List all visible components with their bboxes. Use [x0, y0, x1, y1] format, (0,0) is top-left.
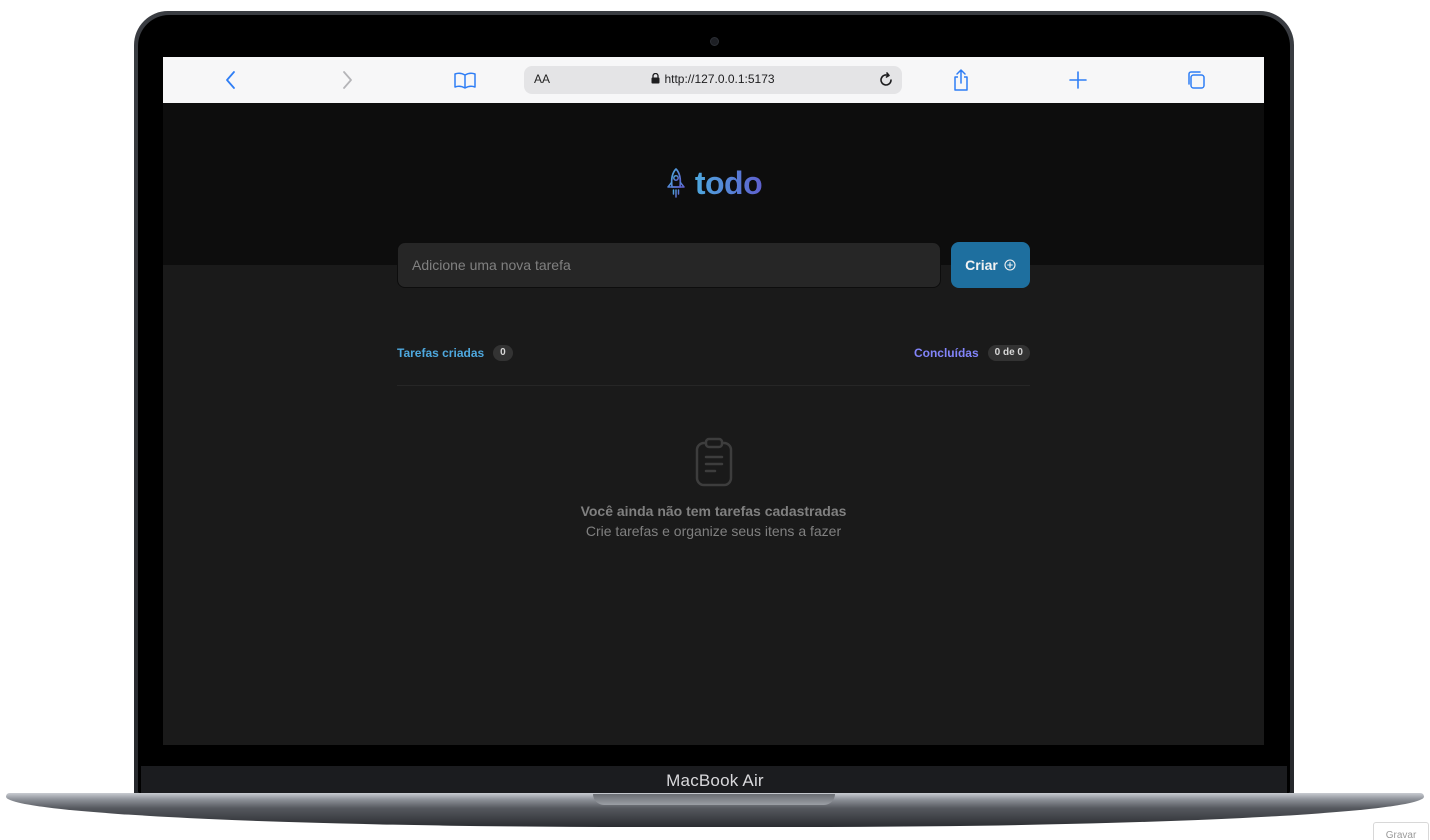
create-button-label: Criar: [965, 257, 998, 273]
share-icon[interactable]: [949, 68, 973, 92]
app-logo: todo: [163, 165, 1264, 202]
empty-state-subtitle: Crie tarefas e organize seus itens a faz…: [585, 523, 842, 539]
logo-text: todo: [694, 165, 763, 201]
rocket-icon: [667, 167, 685, 198]
create-button[interactable]: Criar: [951, 242, 1030, 288]
plus-circle-icon: [1004, 259, 1016, 271]
created-label: Tarefas criadas: [397, 346, 485, 360]
lock-icon: [651, 73, 660, 84]
screenshot-stage: AA http://127.0.0.1:5173 todo Adicione u…: [0, 0, 1430, 840]
url-text: http://127.0.0.1:5173: [664, 72, 775, 86]
tabs-icon[interactable]: [1184, 68, 1208, 92]
forward-icon[interactable]: [335, 68, 359, 92]
done-counter: Concluídas 0 de 0: [914, 345, 1030, 361]
laptop-screen: AA http://127.0.0.1:5173 todo Adicione u…: [163, 57, 1264, 745]
empty-state: Você ainda não tem tarefas cadastradas C…: [397, 437, 1030, 541]
done-count-badge: 0 de 0: [987, 345, 1030, 361]
laptop-notch: [593, 794, 835, 805]
browser-toolbar: AA http://127.0.0.1:5173: [163, 57, 1264, 104]
bookmarks-icon[interactable]: [453, 68, 477, 92]
new-tab-icon[interactable]: [1066, 68, 1090, 92]
address-bar[interactable]: AA http://127.0.0.1:5173: [524, 66, 902, 94]
device-label: MacBook Air: [666, 771, 764, 790]
record-button[interactable]: Gravar: [1373, 822, 1429, 840]
reload-icon[interactable]: [876, 70, 896, 90]
created-counter: Tarefas criadas 0: [397, 345, 513, 361]
done-label: Concluídas: [913, 346, 979, 360]
list-divider: [397, 385, 1030, 386]
created-count-badge: 0: [493, 345, 513, 361]
camera-icon: [710, 37, 719, 46]
url-display[interactable]: http://127.0.0.1:5173: [524, 72, 902, 86]
empty-state-title: Você ainda não tem tarefas cadastradas: [580, 503, 847, 519]
new-task-input[interactable]: [397, 242, 941, 288]
back-icon[interactable]: [219, 68, 243, 92]
task-counters: Tarefas criadas 0 Concluídas 0 de 0: [397, 344, 1030, 362]
clipboard-icon: [695, 437, 732, 487]
